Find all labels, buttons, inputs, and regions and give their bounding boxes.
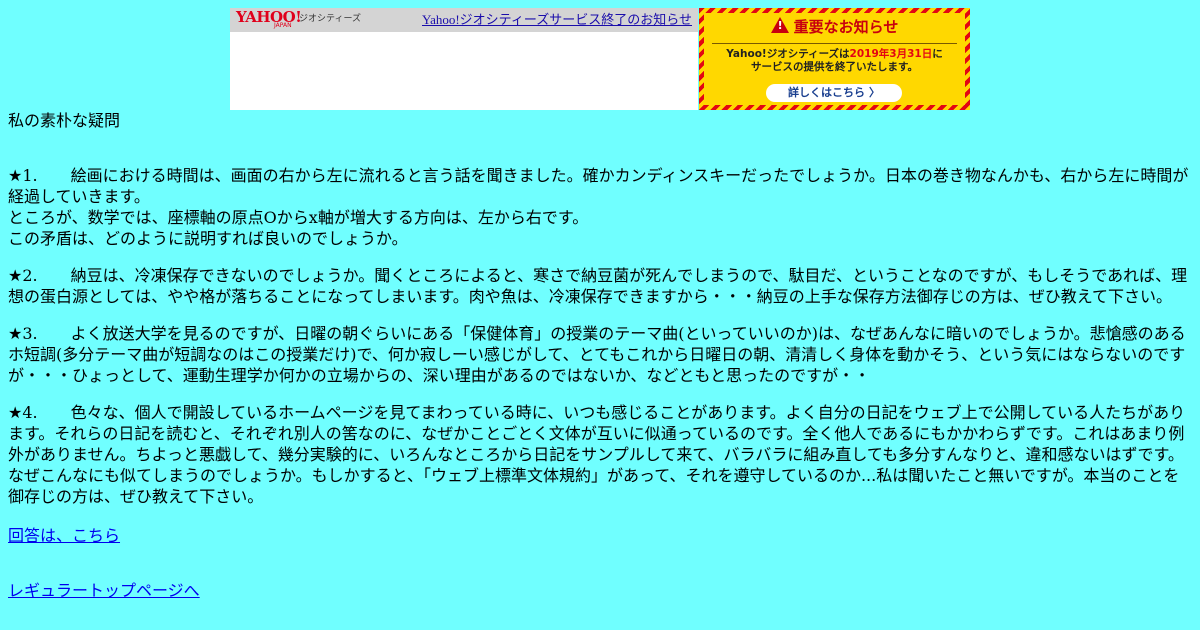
yahoo-logo-sub: JAPAN [274,22,292,29]
question-text: ところが、数学では、座標軸の原点Oからx軸が増大する方向は、左から右です。 [8,208,589,227]
question-text: よく放送大学を見るのですが、日曜の朝ぐらいにある「保健体育」の授業のテーマ曲(と… [8,324,1186,385]
regular-top-page-link[interactable]: レギュラートップページへ [8,580,200,601]
important-notice-box[interactable]: 重要なお知らせ Yahoo!ジオシティーズは2019年3月31日に サービスの提… [699,8,970,110]
question-text: 色々な、個人で開設しているホームページを見てまわっている時に、いつも感じることが… [8,403,1186,506]
question-number: ★4. [8,403,38,422]
notice-title: 重要なお知らせ [704,17,965,37]
question-item: ★4. 色々な、個人で開設しているホームページを見てまわっている時に、いつも感じる… [8,402,1192,507]
answer-link[interactable]: 回答は、こちら [8,525,120,546]
notice-details-button[interactable]: 詳しくはこちら〉 [766,84,902,102]
question-item: ★3. よく放送大学を見るのですが、日曜の朝ぐらいにある「保健体育」の授業のテーマ… [8,323,1192,386]
question-number: ★2. [8,266,38,285]
notice-divider [712,43,957,44]
geocities-banner: YAHOO! JAPAN ジオシティーズ Yahoo!ジオシティーズサービス終了… [230,8,970,110]
notice-inner: 重要なお知らせ Yahoo!ジオシティーズは2019年3月31日に サービスの提… [704,13,965,105]
banner-header: YAHOO! JAPAN ジオシティーズ Yahoo!ジオシティーズサービス終了… [230,8,698,32]
notice-text: Yahoo!ジオシティーズは2019年3月31日に サービスの提供を終了いたしま… [726,48,943,73]
geocities-service-name: ジオシティーズ [299,14,362,24]
question-text: 絵画における時間は、画面の右から左に流れると言う話を聞きました。確かカンディンス… [8,166,1189,206]
question-number: ★1. [8,166,38,185]
service-end-link[interactable]: Yahoo!ジオシティーズサービス終了のお知らせ [422,11,692,28]
question-item: ★2. 納豆は、冷凍保存できないのでしょうか。聞くところによると、寒さで納豆菌が死… [8,265,1192,307]
question-list: ★1. 絵画における時間は、画面の右から左に流れると言う話を聞きました。確かカンデ… [8,165,1192,523]
question-number: ★3. [8,324,38,343]
chevron-right-icon: 〉 [869,86,880,99]
notice-date: 2019年3月31日 [849,48,933,60]
question-item: ★1. 絵画における時間は、画面の右から左に流れると言う話を聞きました。確かカンデ… [8,165,1192,249]
question-text: 納豆は、冷凍保存できないのでしょうか。聞くところによると、寒さで納豆菌が死んでし… [8,266,1188,306]
banner-ad-area: YAHOO! JAPAN ジオシティーズ Yahoo!ジオシティーズサービス終了… [230,8,698,110]
page-title: 私の素朴な疑問 [8,111,121,130]
question-text: この矛盾は、どのように説明すれば良いのでしょうか。 [8,229,408,248]
warning-icon [770,17,789,33]
